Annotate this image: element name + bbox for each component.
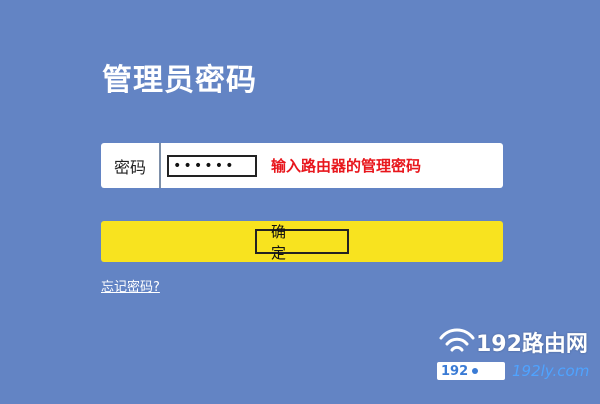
watermark-router-bar: 192: [437, 362, 505, 380]
watermark-bar-number: 192: [441, 363, 469, 379]
watermark-brand: 192路由网: [476, 332, 588, 357]
watermark-domain: 192ly.com: [512, 362, 590, 380]
password-row: 密码 输入路由器的管理密码: [101, 143, 503, 188]
router-light-icon: [472, 368, 479, 374]
wifi-router-icon: [439, 328, 475, 352]
confirm-button-label: 确 定: [255, 223, 349, 262]
confirm-button[interactable]: 确 定: [101, 221, 503, 262]
page-title: 管理员密码: [102, 63, 257, 98]
password-hint: 输入路由器的管理密码: [271, 157, 422, 175]
forgot-password-link[interactable]: 忘记密码?: [101, 276, 160, 295]
password-label: 密码: [101, 143, 161, 188]
password-field-wrap: 输入路由器的管理密码: [161, 143, 503, 188]
password-input[interactable]: [167, 154, 257, 177]
